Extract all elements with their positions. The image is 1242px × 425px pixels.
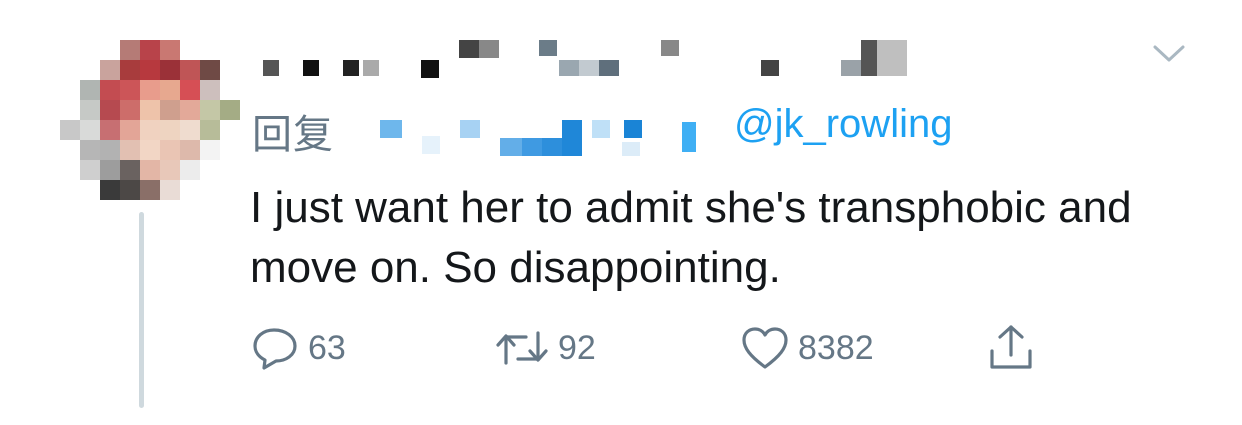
avatar-pixel bbox=[140, 160, 160, 180]
redaction-block bbox=[539, 40, 557, 56]
avatar-pixel bbox=[120, 100, 140, 120]
avatar-pixel bbox=[160, 40, 180, 60]
redaction-block bbox=[877, 40, 907, 76]
avatar-pixel bbox=[120, 140, 140, 160]
avatar-pixel bbox=[160, 60, 180, 80]
thread-line bbox=[139, 212, 144, 408]
redaction-block bbox=[599, 60, 619, 76]
avatar-pixel bbox=[80, 100, 100, 120]
like-count: 8382 bbox=[798, 328, 874, 367]
avatar[interactable] bbox=[60, 40, 240, 200]
avatar-pixel bbox=[100, 120, 120, 140]
avatar-pixel bbox=[100, 160, 120, 180]
avatar-pixel bbox=[200, 140, 220, 160]
avatar-pixel bbox=[120, 120, 140, 140]
reply-count: 63 bbox=[308, 328, 346, 367]
redaction-block bbox=[624, 120, 642, 138]
avatar-pixel bbox=[100, 80, 120, 100]
redaction-block bbox=[861, 40, 877, 76]
avatar-pixel bbox=[140, 60, 160, 80]
redaction-block bbox=[263, 60, 279, 76]
avatar-pixel bbox=[100, 180, 120, 200]
redaction-block bbox=[542, 138, 562, 156]
avatar-pixel bbox=[180, 100, 200, 120]
redaction-block bbox=[761, 60, 779, 76]
redaction-block bbox=[522, 138, 542, 156]
reply-mention-link[interactable]: @jk_rowling bbox=[734, 102, 952, 147]
redaction-block bbox=[841, 60, 861, 76]
like-button[interactable]: 8382 bbox=[740, 318, 874, 378]
avatar-pixel bbox=[160, 180, 180, 200]
redaction-block bbox=[363, 60, 379, 76]
avatar-pixel bbox=[80, 140, 100, 160]
redaction-block bbox=[479, 40, 499, 58]
redaction-block bbox=[622, 142, 640, 156]
avatar-pixel bbox=[200, 100, 220, 120]
avatar-pixel bbox=[160, 100, 180, 120]
reply-prefix: 回复 bbox=[252, 113, 334, 157]
avatar-pixel bbox=[180, 60, 200, 80]
more-menu-button[interactable] bbox=[1152, 42, 1186, 66]
redaction-block bbox=[460, 120, 480, 138]
avatar-pixel bbox=[180, 160, 200, 180]
reply-to-line: 回复 @jk_rowling bbox=[252, 100, 1012, 160]
redaction-block bbox=[459, 40, 479, 58]
avatar-pixel bbox=[140, 180, 160, 200]
avatar-pixel bbox=[180, 80, 200, 100]
avatar-pixel bbox=[200, 120, 220, 140]
redaction-block bbox=[422, 136, 440, 154]
reply-button[interactable]: 63 bbox=[250, 318, 346, 378]
avatar-pixel bbox=[160, 80, 180, 100]
retweet-icon bbox=[496, 331, 548, 365]
redaction-block bbox=[682, 122, 696, 152]
redaction-block bbox=[500, 138, 522, 156]
avatar-pixel bbox=[120, 180, 140, 200]
redaction-block bbox=[559, 60, 579, 76]
avatar-pixel bbox=[120, 60, 140, 80]
redaction-block bbox=[421, 60, 439, 78]
redaction-block bbox=[562, 120, 582, 156]
retweet-count: 92 bbox=[558, 328, 596, 367]
avatar-pixel bbox=[140, 40, 160, 60]
tweet-text: I just want her to admit she's transphob… bbox=[250, 183, 1132, 292]
avatar-pixel bbox=[120, 160, 140, 180]
avatar-pixel bbox=[200, 60, 220, 80]
redaction-block bbox=[661, 40, 679, 56]
avatar-pixel bbox=[120, 80, 140, 100]
avatar-pixel bbox=[200, 80, 220, 100]
reply-icon bbox=[253, 328, 297, 370]
avatar-pixel bbox=[80, 80, 100, 100]
avatar-pixel bbox=[220, 100, 240, 120]
redaction-block bbox=[592, 120, 610, 138]
avatar-pixel bbox=[160, 120, 180, 140]
avatar-pixel bbox=[100, 100, 120, 120]
avatar-pixel bbox=[100, 140, 120, 160]
tweet-actions: 63 92 8382 bbox=[250, 318, 1050, 378]
avatar-pixel bbox=[100, 60, 120, 80]
avatar-pixel bbox=[180, 140, 200, 160]
redaction-block bbox=[380, 120, 402, 138]
retweet-button[interactable]: 92 bbox=[494, 318, 596, 378]
share-button[interactable] bbox=[986, 318, 1036, 378]
share-icon bbox=[990, 325, 1032, 369]
tweet-author-redacted[interactable] bbox=[255, 36, 935, 84]
avatar-pixel bbox=[120, 40, 140, 60]
redaction-block bbox=[303, 60, 319, 76]
heart-icon bbox=[742, 327, 788, 369]
avatar-pixel bbox=[80, 120, 100, 140]
avatar-pixel bbox=[60, 120, 80, 140]
avatar-pixel bbox=[140, 80, 160, 100]
redaction-block bbox=[343, 60, 359, 76]
avatar-pixel bbox=[80, 160, 100, 180]
redaction-block bbox=[579, 60, 599, 76]
avatar-pixel bbox=[180, 120, 200, 140]
avatar-pixel bbox=[160, 140, 180, 160]
avatar-pixel bbox=[140, 120, 160, 140]
chevron-down-icon bbox=[1153, 45, 1185, 62]
avatar-pixel bbox=[140, 100, 160, 120]
avatar-pixel bbox=[140, 140, 160, 160]
avatar-pixel bbox=[160, 160, 180, 180]
